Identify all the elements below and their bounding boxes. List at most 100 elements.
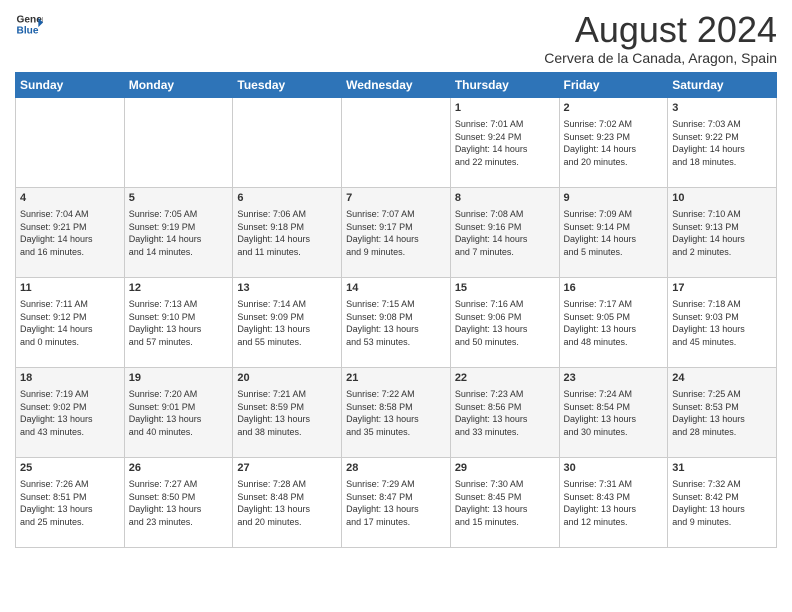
day-number: 22 bbox=[455, 371, 555, 386]
calendar-cell: 4 Sunrise: 7:04 AM Sunset: 9:21 PM Daylig… bbox=[16, 187, 125, 277]
day-info: Sunrise: 7:28 AM Sunset: 8:48 PM Dayligh… bbox=[237, 478, 337, 528]
calendar-cell: 31 Sunrise: 7:32 AM Sunset: 8:42 PM Dayli… bbox=[668, 457, 777, 547]
day-info: Sunrise: 7:21 AM Sunset: 8:59 PM Dayligh… bbox=[237, 388, 337, 438]
day-info: Sunrise: 7:06 AM Sunset: 9:18 PM Dayligh… bbox=[237, 208, 337, 258]
day-number: 5 bbox=[129, 191, 229, 206]
calendar-cell: 21Sunrise: 7:22 AM Sunset: 8:58 PM Dayli… bbox=[342, 367, 451, 457]
weekday-header-tuesday: Tuesday bbox=[233, 72, 342, 97]
day-number: 23 bbox=[564, 371, 664, 386]
day-number: 1 bbox=[455, 101, 555, 116]
day-info: Sunrise: 7:13 AM Sunset: 9:10 PM Dayligh… bbox=[129, 298, 229, 348]
logo: General Blue bbox=[15, 10, 43, 38]
day-number: 16 bbox=[564, 281, 664, 296]
calendar-cell: 11 Sunrise: 7:11 AM Sunset: 9:12 PM Dayli… bbox=[16, 277, 125, 367]
day-info: Sunrise: 7:08 AM Sunset: 9:16 PM Dayligh… bbox=[455, 208, 555, 258]
day-number: 2 bbox=[564, 101, 664, 116]
calendar-cell: 29Sunrise: 7:30 AM Sunset: 8:45 PM Dayli… bbox=[450, 457, 559, 547]
day-number: 10 bbox=[672, 191, 772, 206]
day-number: 31 bbox=[672, 461, 772, 476]
day-info: Sunrise: 7:32 AM Sunset: 8:42 PM Dayligh… bbox=[672, 478, 772, 528]
calendar-cell: 19 Sunrise: 7:20 AM Sunset: 9:01 PM Dayli… bbox=[124, 367, 233, 457]
day-number: 17 bbox=[672, 281, 772, 296]
calendar-cell: 30 Sunrise: 7:31 AM Sunset: 8:43 PM Dayli… bbox=[559, 457, 668, 547]
calendar-cell: 2 Sunrise: 7:02 AM Sunset: 9:23 PM Daylig… bbox=[559, 97, 668, 187]
weekday-header-friday: Friday bbox=[559, 72, 668, 97]
day-number: 18 bbox=[20, 371, 120, 386]
calendar-cell: 14 Sunrise: 7:15 AM Sunset: 9:08 PM Dayli… bbox=[342, 277, 451, 367]
day-number: 27 bbox=[237, 461, 337, 476]
day-number: 9 bbox=[564, 191, 664, 206]
calendar-cell: 22Sunrise: 7:23 AM Sunset: 8:56 PM Dayli… bbox=[450, 367, 559, 457]
day-info: Sunrise: 7:19 AM Sunset: 9:02 PM Dayligh… bbox=[20, 388, 120, 438]
day-info: Sunrise: 7:24 AM Sunset: 8:54 PM Dayligh… bbox=[564, 388, 664, 438]
day-info: Sunrise: 7:29 AM Sunset: 8:47 PM Dayligh… bbox=[346, 478, 446, 528]
day-info: Sunrise: 7:30 AM Sunset: 8:45 PM Dayligh… bbox=[455, 478, 555, 528]
calendar-cell bbox=[16, 97, 125, 187]
calendar-cell: 25 Sunrise: 7:26 AM Sunset: 8:51 PM Dayli… bbox=[16, 457, 125, 547]
day-number: 6 bbox=[237, 191, 337, 206]
calendar-table: SundayMondayTuesdayWednesdayThursdayFrid… bbox=[15, 72, 777, 548]
day-number: 24 bbox=[672, 371, 772, 386]
day-info: Sunrise: 7:14 AM Sunset: 9:09 PM Dayligh… bbox=[237, 298, 337, 348]
title-block: August 2024 Cervera de la Canada, Aragon… bbox=[544, 10, 777, 66]
day-number: 11 bbox=[20, 281, 120, 296]
day-info: Sunrise: 7:20 AM Sunset: 9:01 PM Dayligh… bbox=[129, 388, 229, 438]
calendar-cell: 18 Sunrise: 7:19 AM Sunset: 9:02 PM Dayli… bbox=[16, 367, 125, 457]
day-number: 3 bbox=[672, 101, 772, 116]
weekday-header-monday: Monday bbox=[124, 72, 233, 97]
day-number: 19 bbox=[129, 371, 229, 386]
calendar-cell: 9 Sunrise: 7:09 AM Sunset: 9:14 PM Daylig… bbox=[559, 187, 668, 277]
weekday-header-saturday: Saturday bbox=[668, 72, 777, 97]
calendar-cell bbox=[233, 97, 342, 187]
calendar-cell: 10 Sunrise: 7:10 AM Sunset: 9:13 PM Dayli… bbox=[668, 187, 777, 277]
weekday-header-sunday: Sunday bbox=[16, 72, 125, 97]
day-number: 4 bbox=[20, 191, 120, 206]
calendar-cell: 16Sunrise: 7:17 AM Sunset: 9:05 PM Dayli… bbox=[559, 277, 668, 367]
calendar-cell: 27 Sunrise: 7:28 AM Sunset: 8:48 PM Dayli… bbox=[233, 457, 342, 547]
day-number: 13 bbox=[237, 281, 337, 296]
calendar-cell: 12 Sunrise: 7:13 AM Sunset: 9:10 PM Dayli… bbox=[124, 277, 233, 367]
calendar-cell: 23 Sunrise: 7:24 AM Sunset: 8:54 PM Dayli… bbox=[559, 367, 668, 457]
day-info: Sunrise: 7:18 AM Sunset: 9:03 PM Dayligh… bbox=[672, 298, 772, 348]
day-number: 26 bbox=[129, 461, 229, 476]
day-info: Sunrise: 7:09 AM Sunset: 9:14 PM Dayligh… bbox=[564, 208, 664, 258]
day-number: 14 bbox=[346, 281, 446, 296]
logo-icon: General Blue bbox=[15, 10, 43, 38]
day-info: Sunrise: 7:25 AM Sunset: 8:53 PM Dayligh… bbox=[672, 388, 772, 438]
day-info: Sunrise: 7:26 AM Sunset: 8:51 PM Dayligh… bbox=[20, 478, 120, 528]
day-info: Sunrise: 7:16 AM Sunset: 9:06 PM Dayligh… bbox=[455, 298, 555, 348]
calendar-cell: 17 Sunrise: 7:18 AM Sunset: 9:03 PM Dayli… bbox=[668, 277, 777, 367]
day-number: 12 bbox=[129, 281, 229, 296]
day-number: 15 bbox=[455, 281, 555, 296]
day-number: 25 bbox=[20, 461, 120, 476]
calendar-cell: 8 Sunrise: 7:08 AM Sunset: 9:16 PM Daylig… bbox=[450, 187, 559, 277]
calendar-cell: 7Sunrise: 7:07 AM Sunset: 9:17 PM Daylig… bbox=[342, 187, 451, 277]
calendar-cell: 20 Sunrise: 7:21 AM Sunset: 8:59 PM Dayli… bbox=[233, 367, 342, 457]
weekday-header-thursday: Thursday bbox=[450, 72, 559, 97]
calendar-cell: 5Sunrise: 7:05 AM Sunset: 9:19 PM Daylig… bbox=[124, 187, 233, 277]
day-number: 7 bbox=[346, 191, 446, 206]
day-info: Sunrise: 7:04 AM Sunset: 9:21 PM Dayligh… bbox=[20, 208, 120, 258]
day-info: Sunrise: 7:22 AM Sunset: 8:58 PM Dayligh… bbox=[346, 388, 446, 438]
month-title: August 2024 bbox=[544, 10, 777, 50]
day-info: Sunrise: 7:03 AM Sunset: 9:22 PM Dayligh… bbox=[672, 118, 772, 168]
day-number: 28 bbox=[346, 461, 446, 476]
calendar-cell: 6 Sunrise: 7:06 AM Sunset: 9:18 PM Daylig… bbox=[233, 187, 342, 277]
calendar-cell: 24 Sunrise: 7:25 AM Sunset: 8:53 PM Dayli… bbox=[668, 367, 777, 457]
location-subtitle: Cervera de la Canada, Aragon, Spain bbox=[544, 50, 777, 66]
day-info: Sunrise: 7:02 AM Sunset: 9:23 PM Dayligh… bbox=[564, 118, 664, 168]
day-number: 30 bbox=[564, 461, 664, 476]
day-number: 8 bbox=[455, 191, 555, 206]
svg-text:Blue: Blue bbox=[17, 25, 39, 36]
calendar-cell: 1Sunrise: 7:01 AM Sunset: 9:24 PM Daylig… bbox=[450, 97, 559, 187]
day-info: Sunrise: 7:10 AM Sunset: 9:13 PM Dayligh… bbox=[672, 208, 772, 258]
calendar-cell: 28 Sunrise: 7:29 AM Sunset: 8:47 PM Dayli… bbox=[342, 457, 451, 547]
day-info: Sunrise: 7:15 AM Sunset: 9:08 PM Dayligh… bbox=[346, 298, 446, 348]
calendar-cell: 13 Sunrise: 7:14 AM Sunset: 9:09 PM Dayli… bbox=[233, 277, 342, 367]
calendar-cell: 3 Sunrise: 7:03 AM Sunset: 9:22 PM Daylig… bbox=[668, 97, 777, 187]
day-info: Sunrise: 7:31 AM Sunset: 8:43 PM Dayligh… bbox=[564, 478, 664, 528]
day-number: 20 bbox=[237, 371, 337, 386]
day-info: Sunrise: 7:11 AM Sunset: 9:12 PM Dayligh… bbox=[20, 298, 120, 348]
page-header: General Blue August 2024 Cervera de la C… bbox=[15, 10, 777, 66]
calendar-cell bbox=[124, 97, 233, 187]
